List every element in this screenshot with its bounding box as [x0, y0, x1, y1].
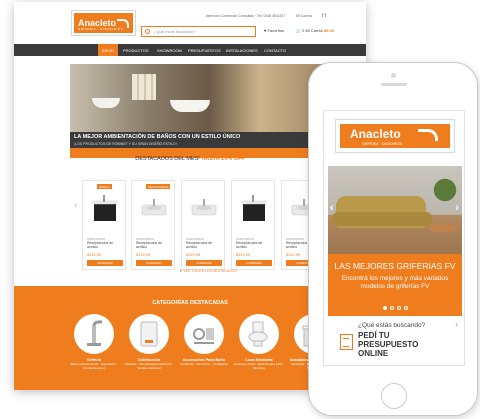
hero-title: LA MEJOR AMBIENTACIÓN DE BAÑOS CON UN ES… [74, 134, 241, 140]
document-icon [340, 334, 353, 350]
nav-item-contacto[interactable]: CONTACTO [264, 48, 286, 53]
product-card[interactable]: SANITARIOS Receptáculos de acrílico $119,9… [231, 180, 275, 270]
product-price: $119,99 [186, 252, 201, 257]
quote-question: ¿Qué estás buscando? [358, 322, 426, 329]
category-item[interactable]: Loza Sanitaria Inodoros y bidés · Bachas … [231, 314, 287, 370]
category-image [239, 314, 279, 354]
buy-button[interactable]: COMPRAR [136, 260, 172, 266]
logo-tagline: GRIFERIA · SANITARIOS [78, 27, 124, 31]
main-nav: INICIO PRODUCTOS SHOWROOM PRESUPUESTOS I… [14, 44, 366, 56]
search-input[interactable]: ¿Qué estás buscando? [141, 26, 256, 37]
product-price: $119,99 [87, 252, 102, 257]
category-description: Baño monocomando · Exposición · Cocina d… [70, 362, 118, 370]
top-contact-info: Atención Comercial: Consultas · Tel: 034… [206, 14, 286, 18]
nav-item-instalaciones[interactable]: INSTALACIONES [226, 48, 258, 53]
category-item[interactable]: Accesorios Para Baño Portarrollo · Perche… [176, 314, 232, 366]
product-card[interactable]: SANITARIOS Receptáculos de acrílico $119,9… [181, 180, 225, 270]
category-item[interactable]: Calefacción Calderas · Termotanques eléct… [121, 314, 177, 370]
category-image [129, 314, 169, 354]
mobile-hero-title: LAS MEJORES GRIFERIAS FV [334, 261, 456, 271]
category-description: Inodoros y bidés · Bachas para baño · Mo… [233, 362, 285, 370]
quote-cta: PEDÍ TU PRESUPUESTO ONLINE [358, 331, 419, 358]
category-description: Calderas · Termotanques eléctricos · Tan… [124, 362, 174, 370]
hero-dot[interactable] [389, 306, 394, 310]
chevron-right-icon: › [455, 320, 458, 329]
product-price: $119,99 [286, 252, 301, 257]
phone-home-button [381, 383, 407, 409]
mobile-quote-banner[interactable]: ¿Qué estás buscando? PEDÍ TU PRESUPUESTO… [328, 316, 462, 365]
mobile-hero-subtitle: Encontrá los mejores y más variados mode… [341, 275, 449, 290]
phone-camera [391, 73, 396, 78]
product-price: $119,99 [136, 252, 151, 257]
product-name[interactable]: Receptáculos de acrílico [136, 241, 172, 249]
desktop-logo[interactable]: Anacleto GRIFERIA · SANITARIOS [71, 10, 136, 36]
mobile-hero-caption: LAS MEJORES GRIFERIAS FV Encontrá los me… [328, 254, 462, 316]
desktop-header: Anacleto GRIFERIA · SANITARIOS Atención … [14, 2, 366, 42]
mobile-hero-pagination[interactable] [328, 297, 462, 315]
product-name[interactable]: Receptáculos de acrílico [186, 241, 222, 249]
hero-image-table [428, 224, 458, 232]
product-badge: NUEVO [97, 184, 112, 189]
nav-item-inicio[interactable]: INICIO [98, 44, 119, 56]
cart-total: $0.00 [323, 28, 334, 33]
featured-title-text: DESTACADOS DEL MES! [135, 156, 200, 162]
hero-dot[interactable] [403, 306, 408, 310]
mobile-logo[interactable]: Anacleto GRIFERIA · SANITARIOS [335, 119, 455, 153]
cart-link[interactable]: 🛒 0 Mi Carrito $0.00 [296, 28, 334, 33]
phone-speaker [381, 83, 407, 86]
product-card[interactable]: NUEVO SANITARIOS Receptáculos de acrílico $… [82, 180, 126, 270]
category-description: Portarrollo · Percheros · Cortadores [180, 362, 228, 366]
nav-item-presupuestos[interactable]: PRESUPUESTOS [188, 48, 221, 53]
mobile-hero-slider[interactable]: ‹ › [328, 166, 462, 254]
product-image [191, 199, 217, 216]
phone-screen: Anacleto GRIFERIA · SANITARIOS ‹ › LAS M… [323, 110, 465, 366]
mobile-hero-prev-icon[interactable]: ‹ [330, 202, 334, 214]
product-badge: DESTACADOS [146, 184, 171, 189]
faucet-icon [87, 320, 103, 346]
buy-button[interactable]: COMPRAR [186, 260, 222, 266]
product-name[interactable]: Receptáculos de acrílico [87, 241, 123, 249]
view-all-featured-link[interactable]: ▼ VER TODOS LOS DESTACADOS [179, 269, 237, 273]
bath-accessories-icon [193, 328, 214, 344]
phone-mockup: Anacleto GRIFERIA · SANITARIOS ‹ › LAS M… [308, 62, 478, 416]
cart-label: Mi Carrito [305, 28, 323, 33]
mobile-logo-badge: Anacleto GRIFERIA · SANITARIOS [340, 124, 450, 148]
category-image [74, 314, 114, 354]
favorites-link[interactable]: ♥ Favoritos [264, 28, 284, 33]
product-image [92, 195, 118, 221]
product-price: $119,99 [236, 252, 251, 257]
nav-item-productos[interactable]: PRODUCTOS [123, 48, 148, 53]
social-icons[interactable]: f t [322, 13, 326, 19]
category-item[interactable]: Grifería Baño monocomando · Exposición · … [66, 314, 122, 370]
buy-button[interactable]: COMPRAR [236, 260, 272, 266]
hero-image-towels [132, 74, 156, 100]
product-card[interactable]: DESTACADOS SANITARIOS Receptáculos de acrí… [131, 180, 175, 270]
hero-dot[interactable] [396, 306, 401, 310]
nav-item-showroom[interactable]: SHOWROOM [157, 48, 182, 53]
mobile-hero-next-icon[interactable]: › [455, 202, 459, 214]
featured-title-highlight: HASTA 20% OFF [201, 156, 245, 162]
product-image [241, 195, 267, 221]
product-name[interactable]: Receptáculos de acrílico [236, 241, 272, 249]
search-placeholder: ¿Qué estás buscando? [154, 29, 196, 34]
hero-dot[interactable] [382, 306, 387, 310]
category-image [184, 314, 224, 354]
buy-button[interactable]: COMPRAR [87, 260, 123, 266]
boiler-icon [140, 321, 158, 347]
mobile-logo-text: Anacleto [350, 127, 401, 141]
account-link[interactable]: Mi Cuenta [296, 14, 312, 18]
hero-image-sink [170, 100, 210, 112]
logo-roof-icon [418, 129, 438, 141]
mobile-logo-tagline: GRIFERIA · SANITARIOS [362, 142, 403, 146]
cart-count: 0 [302, 28, 305, 33]
product-image [141, 199, 167, 216]
hero-image-sofa-seat [332, 212, 432, 226]
hero-image-sink [92, 98, 120, 108]
search-icon [145, 29, 150, 34]
hero-image-plant [432, 174, 458, 214]
hero-subtitle: ¡LOS PRODUCTOS DE ROBINET Y SU GRAN DISE… [74, 142, 177, 146]
toilet-icon [248, 321, 268, 347]
products-prev-icon[interactable]: ‹ [74, 200, 77, 211]
